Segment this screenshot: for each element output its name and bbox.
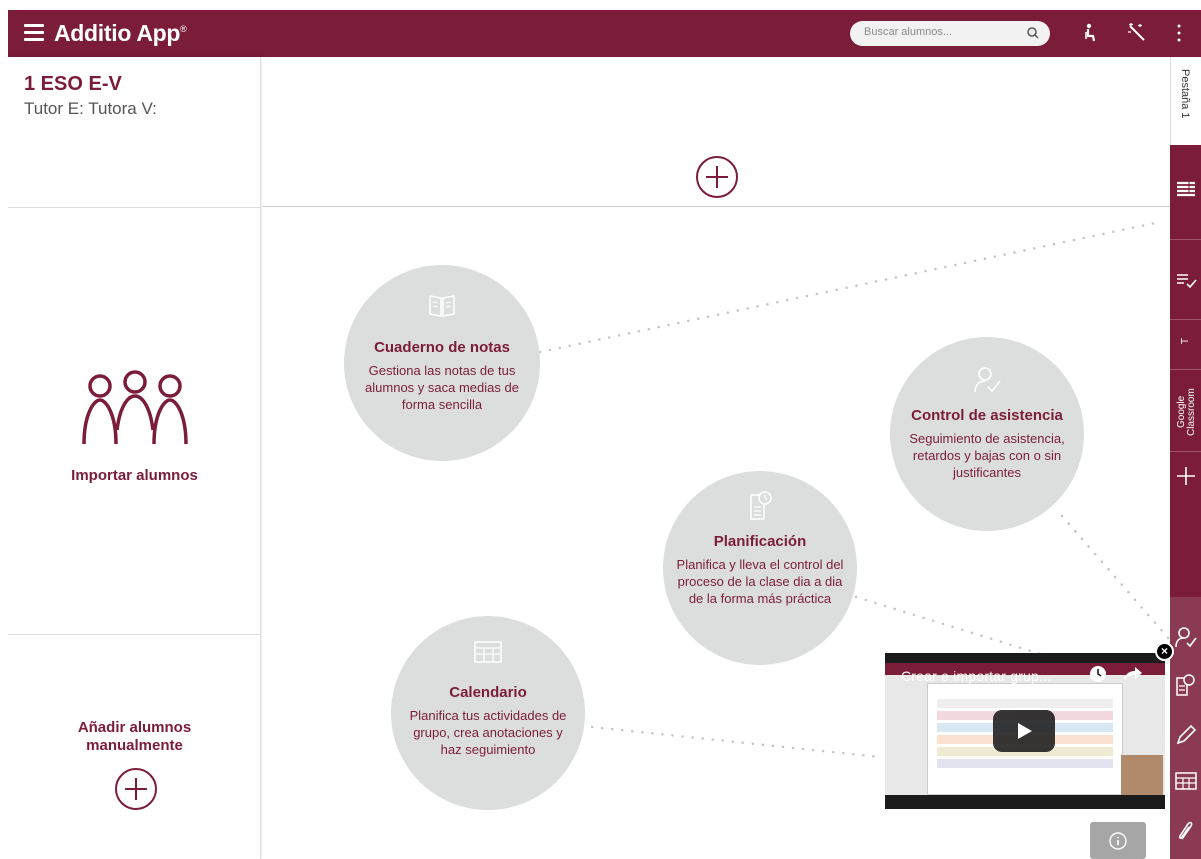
feature-planning[interactable]: Planificación Planifica y lleva el contr… — [663, 471, 857, 665]
tab-google-classroom[interactable]: Google Classroom — [1170, 370, 1201, 452]
more-vert-icon[interactable] — [1168, 22, 1190, 44]
checklist-icon — [1177, 274, 1197, 289]
feature-attendance[interactable]: Control de asistencia Seguimiento de asi… — [890, 337, 1084, 531]
video-title[interactable]: Crear e importar grup... — [901, 668, 1051, 684]
tab-label: Pestaña 1 — [1179, 69, 1191, 119]
tab-label: Google Classroom — [1176, 388, 1197, 436]
feature-desc: Planifica y lleva el control del proceso… — [676, 557, 844, 606]
book-icon — [429, 295, 455, 317]
calendar-icon — [474, 641, 502, 663]
feature-title: Calendario — [449, 684, 527, 701]
feature-desc: Gestiona las notas de tus alumnos y saca… — [365, 363, 519, 412]
tab-list[interactable] — [1170, 145, 1201, 240]
share-icon[interactable] — [1123, 666, 1143, 682]
attendance-icon[interactable] — [1174, 625, 1198, 649]
feature-desc: Planifica tus actividades de grupo, crea… — [409, 708, 567, 757]
add-tab-icon[interactable] — [1174, 464, 1198, 488]
feature-title: Control de asistencia — [911, 407, 1063, 424]
tab-t[interactable]: T — [1170, 320, 1201, 370]
calendar-icon[interactable] — [1174, 769, 1198, 793]
tab-pestana-1[interactable]: Pestaña 1 — [1170, 57, 1201, 145]
feature-title: Cuaderno de notas — [374, 339, 510, 356]
tutorial-video[interactable]: Crear e importar grup... — [885, 653, 1165, 809]
tab-label: T — [1180, 338, 1191, 345]
info-button[interactable] — [1090, 822, 1146, 859]
planning-icon — [750, 491, 772, 520]
pencil-icon[interactable] — [1174, 723, 1198, 747]
list-view-icon — [1177, 181, 1195, 197]
feature-calendar[interactable]: Calendario Planifica tus actividades de … — [391, 616, 585, 810]
tab-checklist[interactable] — [1170, 240, 1201, 320]
attendance-icon — [974, 367, 1001, 393]
feature-gradebook[interactable]: Cuaderno de notas Gestiona las notas de … — [344, 265, 540, 461]
play-button[interactable] — [993, 710, 1055, 752]
close-video-button[interactable]: × — [1155, 642, 1174, 661]
attachment-icon[interactable] — [1174, 819, 1198, 843]
feature-desc: Seguimiento de asistencia, retardos y ba… — [909, 431, 1065, 480]
tools-panel — [1170, 597, 1201, 859]
right-tab-bar: Pestaña 1 T Google Classroom — [1170, 57, 1201, 859]
planning-icon[interactable] — [1174, 673, 1198, 697]
clock-icon[interactable] — [1088, 664, 1108, 684]
feature-title: Planificación — [713, 533, 807, 550]
info-icon — [1109, 832, 1127, 850]
